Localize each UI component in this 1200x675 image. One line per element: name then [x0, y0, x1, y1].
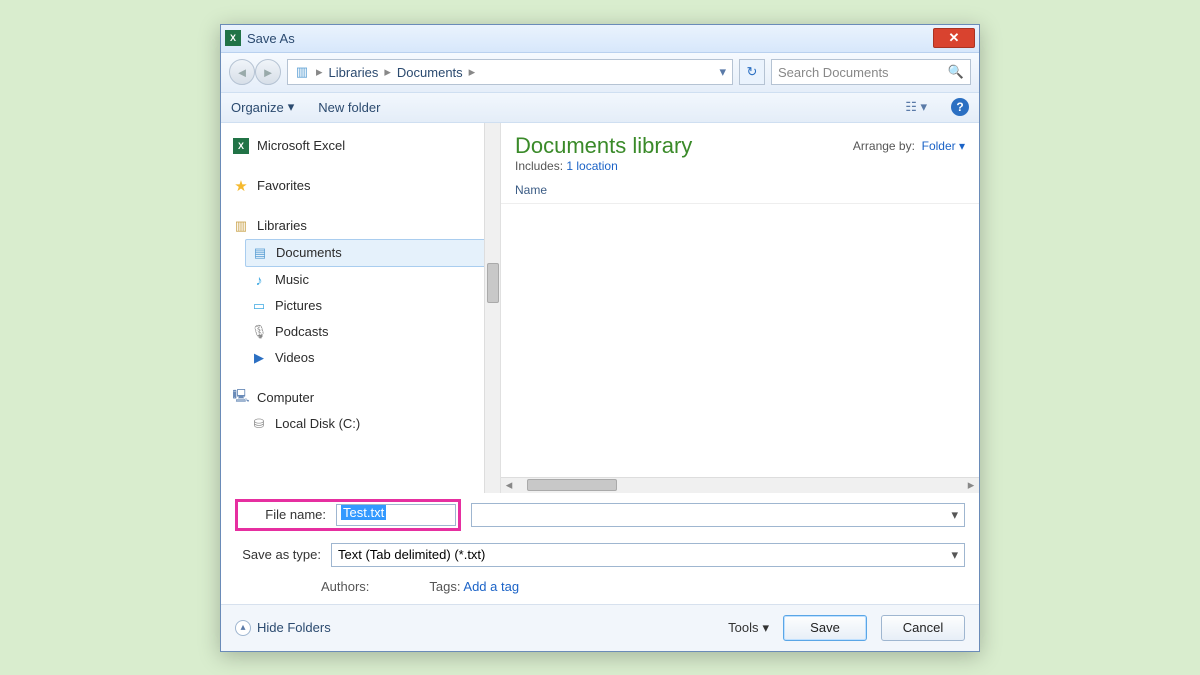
- metadata-row: Authors: Tags: Add a tag: [221, 573, 979, 604]
- tree-item-excel[interactable]: X Microsoft Excel: [227, 133, 494, 159]
- close-button[interactable]: ✕: [933, 28, 975, 48]
- chevron-up-icon: ▴: [235, 620, 251, 636]
- save-label: Save: [810, 620, 840, 635]
- organize-label: Organize: [231, 100, 284, 115]
- chevron-down-icon: ▾: [288, 99, 295, 115]
- authors-label: Authors:: [321, 579, 369, 594]
- tree-label: Podcasts: [275, 324, 328, 339]
- chevron-down-icon: ▾: [951, 507, 958, 523]
- cancel-label: Cancel: [903, 620, 943, 635]
- tree-label: Favorites: [257, 178, 310, 193]
- file-list[interactable]: [501, 204, 979, 477]
- computer-icon: 🖳: [233, 390, 249, 406]
- tree-item-computer[interactable]: 🖳 Computer: [227, 385, 494, 411]
- tree-item-videos[interactable]: ▶ Videos: [245, 345, 494, 371]
- column-header-name[interactable]: Name: [501, 177, 979, 204]
- podcasts-icon: 🎙: [251, 324, 267, 340]
- tree-label: Pictures: [275, 298, 322, 313]
- filename-value: Test.txt: [341, 505, 386, 520]
- tree-label: Local Disk (C:): [275, 416, 360, 431]
- add-tag-link[interactable]: Add a tag: [463, 579, 519, 594]
- toolbar: Organize ▾ New folder ☷ ▾ ?: [221, 93, 979, 123]
- savetype-dropdown[interactable]: Text (Tab delimited) (*.txt) ▾: [331, 543, 965, 567]
- filename-combo-extension[interactable]: ▾: [471, 503, 965, 527]
- savetype-row: Save as type: Text (Tab delimited) (*.tx…: [221, 537, 979, 573]
- tree-label: Music: [275, 272, 309, 287]
- tree-scrollbar[interactable]: [484, 123, 500, 493]
- breadcrumb-separator: ▸: [384, 64, 391, 80]
- pictures-icon: ▭: [251, 298, 267, 314]
- refresh-button[interactable]: ↻: [739, 59, 765, 85]
- authors-field[interactable]: Authors:: [321, 579, 369, 594]
- view-options-button[interactable]: ☷ ▾: [905, 99, 927, 115]
- horizontal-scrollbar[interactable]: ◂▸: [501, 477, 979, 493]
- organize-menu[interactable]: Organize ▾: [231, 99, 294, 115]
- tree-item-localdisk[interactable]: ⛁ Local Disk (C:): [245, 411, 494, 437]
- window-title: Save As: [247, 31, 933, 46]
- cancel-button[interactable]: Cancel: [881, 615, 965, 641]
- videos-icon: ▶: [251, 350, 267, 366]
- filename-highlight: File name: Test.txt: [235, 499, 461, 531]
- documents-icon: ▤: [252, 245, 268, 261]
- search-input[interactable]: Search Documents 🔍: [771, 59, 971, 85]
- new-folder-button[interactable]: New folder: [318, 100, 380, 115]
- save-button[interactable]: Save: [783, 615, 867, 641]
- disk-icon: ⛁: [251, 416, 267, 432]
- music-icon: ♪: [251, 272, 267, 288]
- new-folder-label: New folder: [318, 100, 380, 115]
- content-pane: Documents library Includes: 1 location A…: [501, 123, 979, 493]
- breadcrumb-separator: ▸: [316, 64, 323, 80]
- filename-label: File name:: [240, 507, 326, 522]
- includes-label: Includes:: [515, 159, 563, 173]
- tree-item-podcasts[interactable]: 🎙 Podcasts: [245, 319, 494, 345]
- tree-label: Documents: [276, 245, 342, 260]
- dialog-body: X Microsoft Excel ★ Favorites ▥ Librarie…: [221, 123, 979, 493]
- tree-item-libraries[interactable]: ▥ Libraries: [227, 213, 494, 239]
- filename-row: File name: Test.txt ▾: [221, 493, 979, 537]
- excel-icon: X: [225, 30, 241, 46]
- arrange-value: Folder: [922, 139, 956, 153]
- save-as-dialog: X Save As ✕ ◄ ► ▥ ▸ Libraries ▸ Document…: [220, 24, 980, 652]
- tree-label: Libraries: [257, 218, 307, 233]
- tree-label: Videos: [275, 350, 315, 365]
- footer: ▴ Hide Folders Tools ▾ Save Cancel: [221, 604, 979, 651]
- breadcrumb-libraries[interactable]: Libraries: [329, 65, 379, 80]
- hide-folders-label: Hide Folders: [257, 620, 331, 635]
- tree-label: Computer: [257, 390, 314, 405]
- help-button[interactable]: ?: [951, 98, 969, 116]
- forward-button[interactable]: ►: [255, 59, 281, 85]
- includes-link[interactable]: 1 location: [566, 159, 617, 173]
- tree-item-documents[interactable]: ▤ Documents: [245, 239, 494, 267]
- arrange-label: Arrange by:: [853, 139, 915, 153]
- arrange-by-dropdown[interactable]: Folder ▾: [922, 139, 965, 153]
- nav-tree: X Microsoft Excel ★ Favorites ▥ Librarie…: [221, 123, 501, 493]
- tree-item-music[interactable]: ♪ Music: [245, 267, 494, 293]
- breadcrumb-separator: ▸: [469, 64, 476, 80]
- nav-row: ◄ ► ▥ ▸ Libraries ▸ Documents ▸ ▾ ↻ Sear…: [221, 53, 979, 93]
- chevron-down-icon: ▾: [951, 547, 958, 563]
- search-placeholder: Search Documents: [778, 65, 889, 80]
- tree-item-pictures[interactable]: ▭ Pictures: [245, 293, 494, 319]
- hide-folders-button[interactable]: ▴ Hide Folders: [235, 620, 331, 636]
- tree-item-favorites[interactable]: ★ Favorites: [227, 173, 494, 199]
- breadcrumb-documents[interactable]: Documents: [397, 65, 463, 80]
- tags-label: Tags:: [429, 579, 460, 594]
- folder-icon: ▥: [294, 64, 310, 80]
- address-bar[interactable]: ▥ ▸ Libraries ▸ Documents ▸ ▾: [287, 59, 733, 85]
- library-title: Documents library: [515, 133, 833, 159]
- address-dropdown-icon[interactable]: ▾: [719, 64, 726, 80]
- back-button[interactable]: ◄: [229, 59, 255, 85]
- excel-icon: X: [233, 138, 249, 154]
- tools-menu[interactable]: Tools ▾: [728, 620, 769, 636]
- filename-input[interactable]: Test.txt: [336, 504, 456, 526]
- libraries-icon: ▥: [233, 218, 249, 234]
- chevron-down-icon: ▾: [762, 620, 769, 636]
- tree-label: Microsoft Excel: [257, 138, 345, 153]
- search-icon: 🔍: [948, 64, 964, 80]
- savetype-label: Save as type:: [235, 547, 321, 562]
- star-icon: ★: [233, 178, 249, 194]
- tools-label: Tools: [728, 620, 758, 635]
- titlebar: X Save As ✕: [221, 25, 979, 53]
- savetype-value: Text (Tab delimited) (*.txt): [338, 547, 951, 562]
